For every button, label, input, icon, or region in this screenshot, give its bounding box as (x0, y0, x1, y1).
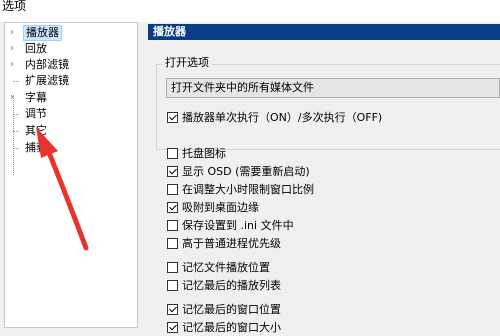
annotation-arrow-icon (36, 127, 89, 251)
